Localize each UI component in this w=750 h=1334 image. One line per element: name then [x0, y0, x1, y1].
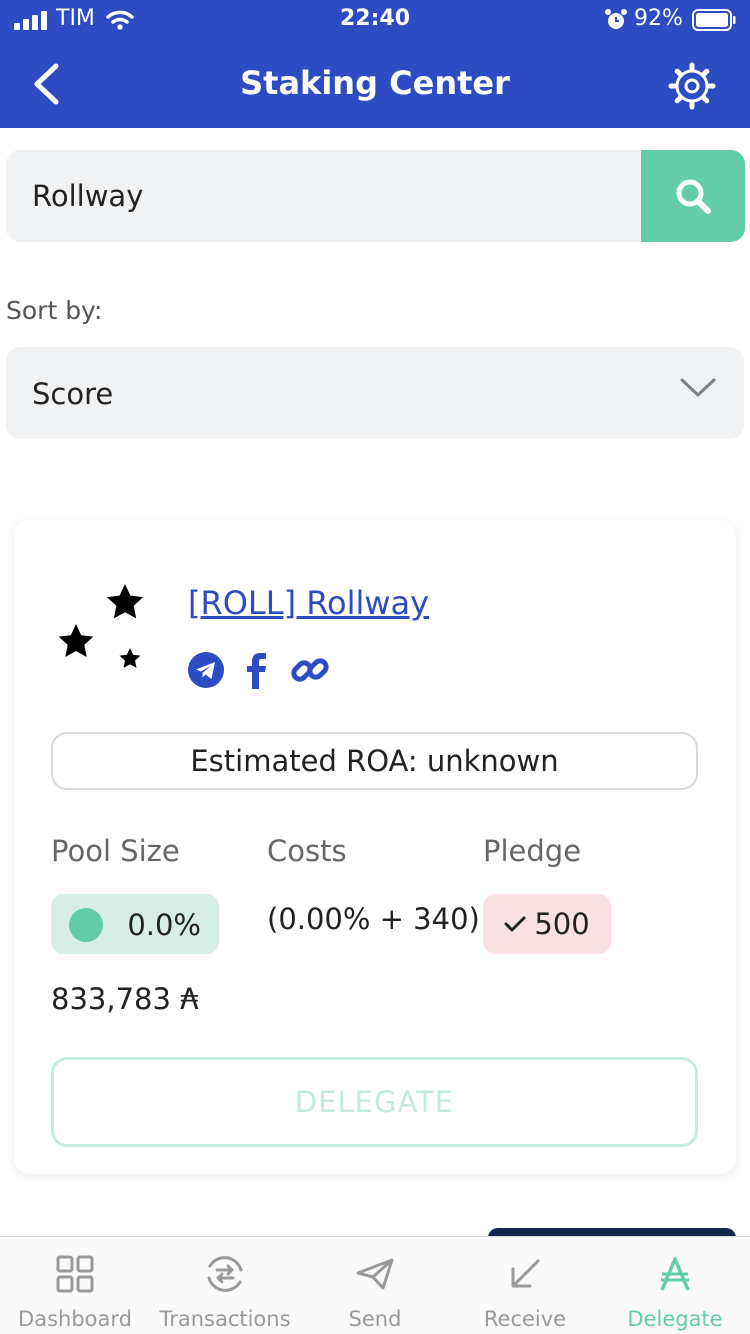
estimated-roa: Estimated ROA: unknown — [51, 732, 698, 790]
tab-label-receive: Receive — [483, 1307, 567, 1331]
send-icon — [356, 1258, 394, 1290]
battery-icon — [692, 9, 736, 31]
search-input[interactable] — [6, 150, 641, 242]
pool-saturation-dot — [69, 908, 103, 942]
receive-icon — [511, 1259, 540, 1288]
sort-selected-value: Score — [32, 377, 114, 411]
pool-card: [ROLL] Rollway Estimated ROA: unknown Po… — [14, 520, 736, 1174]
sort-select[interactable]: Score — [6, 347, 744, 439]
tab-delegate[interactable]: Delegate — [600, 1237, 750, 1334]
pool-size-percent: 0.0% — [127, 908, 201, 942]
search-icon — [676, 179, 711, 214]
pool-name-link[interactable]: [ROLL] Rollway — [188, 584, 429, 622]
costs-label: Costs — [267, 834, 347, 868]
tab-send[interactable]: Send — [300, 1237, 450, 1334]
tab-label-transactions: Transactions — [159, 1307, 291, 1331]
search-bar — [6, 150, 745, 242]
settings-button[interactable] — [664, 58, 720, 114]
tab-label-send: Send — [348, 1307, 402, 1331]
pledge-label: Pledge — [483, 834, 582, 868]
pool-size-label: Pool Size — [51, 834, 180, 868]
tab-receive[interactable]: Receive — [450, 1237, 600, 1334]
app-header: Staking Center — [0, 40, 750, 128]
ada-icon — [660, 1257, 690, 1291]
tab-label-delegate: Delegate — [627, 1307, 723, 1331]
telegram-icon[interactable] — [188, 652, 224, 688]
alarm-icon — [605, 9, 627, 29]
tab-transactions[interactable]: Transactions — [150, 1237, 300, 1334]
gear-icon — [668, 62, 716, 110]
pledge-value: 500 — [534, 907, 590, 941]
tab-label-dashboard: Dashboard — [18, 1307, 132, 1331]
bottom-tab-bar: Dashboard Transactions Send Receive Dele… — [0, 1236, 750, 1334]
pool-ada-amount: 833,783 ₳ — [51, 982, 199, 1016]
costs-value: (0.00% + 340) — [267, 902, 480, 936]
status-bar: TIM 22:40 92% — [0, 0, 750, 40]
dashboard-icon — [56, 1255, 94, 1293]
pool-size-badge: 0.0% — [51, 894, 219, 954]
page-title: Staking Center — [240, 64, 510, 102]
facebook-icon[interactable] — [242, 652, 272, 690]
pool-logo-stars — [58, 584, 144, 668]
link-icon[interactable] — [290, 650, 330, 690]
sort-label: Sort by: — [6, 296, 103, 325]
search-button[interactable] — [641, 150, 745, 242]
transactions-icon — [207, 1256, 243, 1292]
chevron-down-icon — [680, 378, 716, 397]
battery-percent: 92% — [634, 6, 683, 31]
pledge-badge: 500 — [483, 894, 611, 954]
delegate-button[interactable]: DELEGATE — [51, 1057, 698, 1147]
checkmark-icon — [504, 916, 526, 932]
tab-dashboard[interactable]: Dashboard — [0, 1237, 150, 1334]
